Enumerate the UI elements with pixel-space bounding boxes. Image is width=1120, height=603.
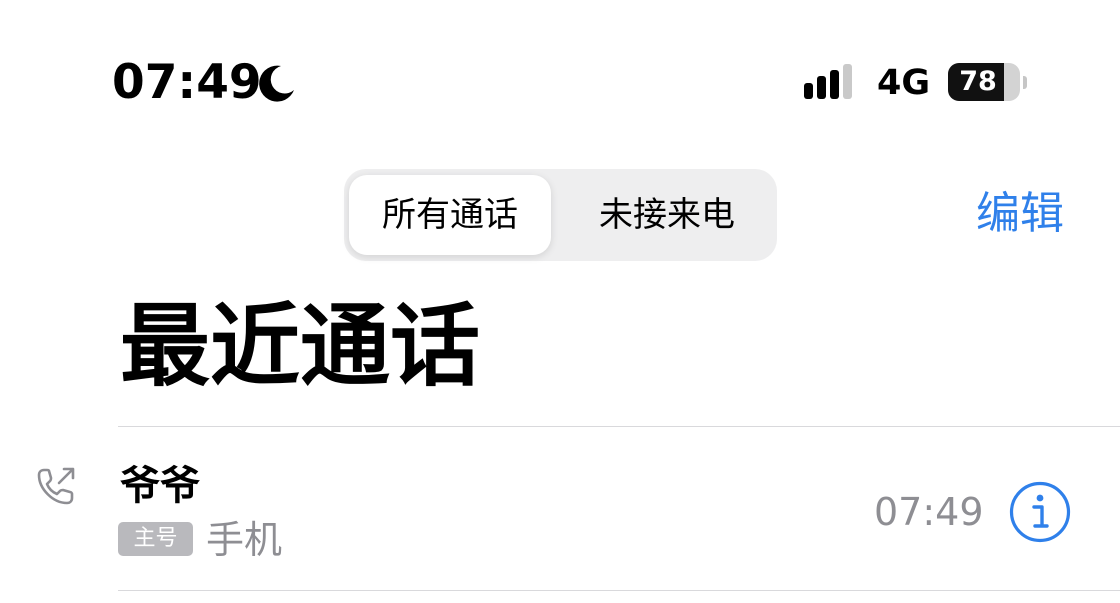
battery-tip	[1023, 76, 1027, 89]
call-filter-segmented-control: 所有通话 未接来电	[344, 169, 777, 261]
battery-indicator: 78	[948, 63, 1030, 103]
outgoing-call-icon	[37, 467, 75, 505]
tab-all-calls[interactable]: 所有通话	[349, 175, 551, 255]
battery-level: 78	[959, 66, 997, 97]
moon-icon	[259, 65, 294, 102]
row-divider	[118, 590, 1120, 591]
edit-button[interactable]: 编辑	[976, 185, 1064, 243]
info-icon[interactable]	[1008, 480, 1072, 544]
page-title: 最近通话	[120, 294, 480, 399]
status-time: 07:49	[112, 55, 262, 110]
tab-missed-calls[interactable]: 未接来电	[563, 175, 771, 255]
call-row[interactable]: 爷爷 主号 手机 07:49	[0, 428, 1120, 590]
primary-line-badge: 主号	[118, 522, 193, 556]
battery-body: 78	[948, 63, 1020, 101]
contact-name: 爷爷	[120, 463, 200, 509]
title-divider	[118, 426, 1120, 427]
recent-calls-screen: 07:49 4G 78 所有通话 未接来电 编辑 最近通话 爷爷 主号 手机 0…	[0, 0, 1120, 603]
phone-type-label: 手机	[206, 518, 283, 562]
cellular-signal-icon	[804, 64, 852, 99]
network-type: 4G	[877, 63, 931, 103]
call-time: 07:49	[874, 490, 984, 534]
